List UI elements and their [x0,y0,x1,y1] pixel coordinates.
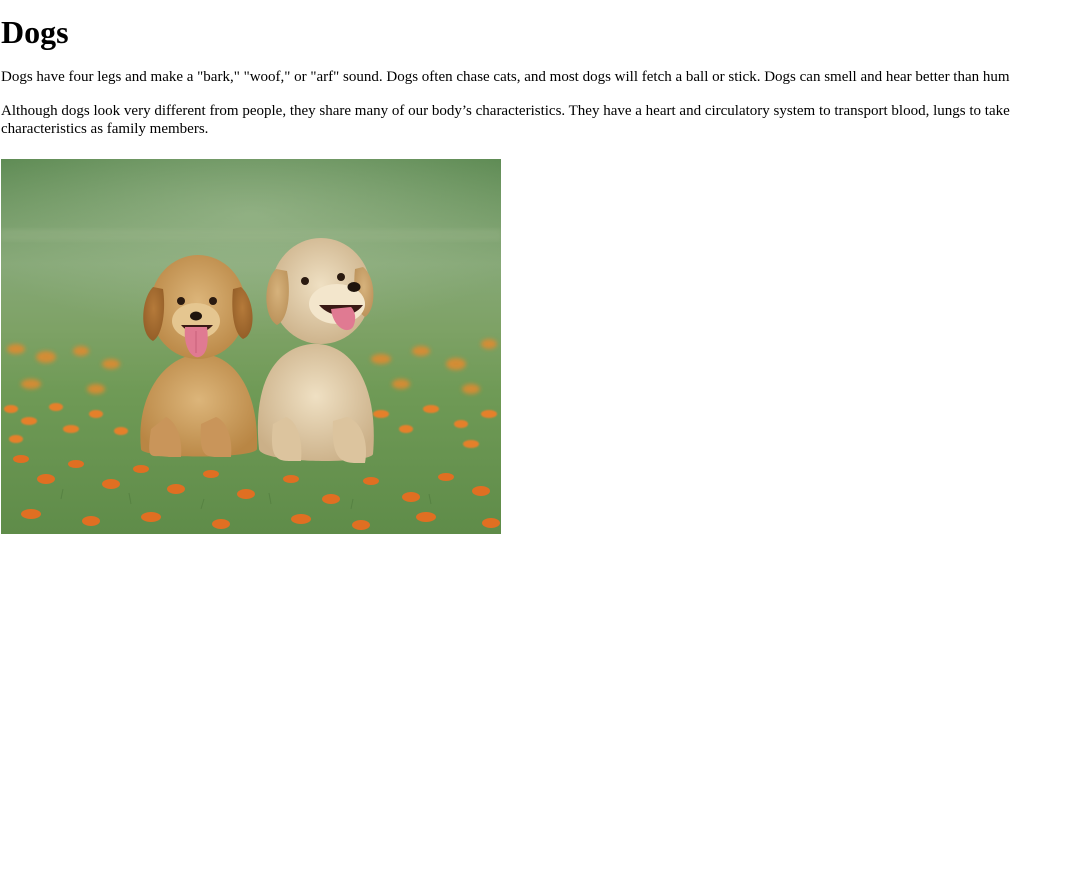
web-page: Dogs Dogs have four legs and make a "bar… [0,0,1075,882]
body-paragraph-line-1: Although dogs look very different from p… [1,103,1010,119]
page-title: Dogs [1,14,69,50]
puppies-photo [1,159,501,534]
article-content: Dogs Dogs have four legs and make a "bar… [1,0,1075,534]
body-paragraph: Although dogs look very different from p… [1,102,1075,138]
intro-paragraph: Dogs have four legs and make a "bark," "… [1,69,1010,85]
body-paragraph-line-2: characteristics as family members. [1,121,209,137]
